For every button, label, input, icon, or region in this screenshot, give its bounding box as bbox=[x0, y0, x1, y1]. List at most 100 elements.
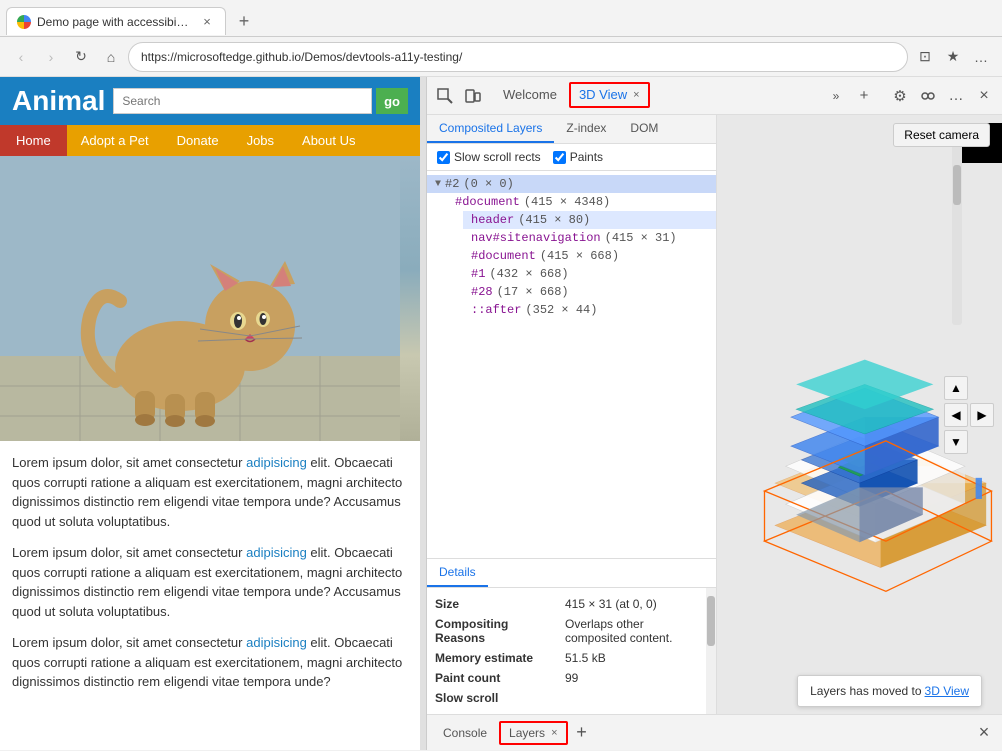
site-nav: Home Adopt a Pet Donate Jobs About Us bbox=[0, 125, 420, 156]
tab-close-button[interactable]: × bbox=[199, 14, 215, 30]
layer-tree: ▼ #2(0 × 0) #document(415 × 4348) header… bbox=[427, 171, 716, 558]
collections-button[interactable]: ⊡ bbox=[912, 44, 938, 70]
details-table: Size 415 × 31 (at 0, 0) CompositingReaso… bbox=[427, 588, 716, 714]
subtab-z-index[interactable]: Z-index bbox=[554, 115, 618, 143]
customize-button[interactable]: … bbox=[942, 82, 970, 110]
close-bottom-panel-button[interactable]: × bbox=[970, 719, 998, 747]
details-row-slow-scroll: Slow scroll bbox=[435, 688, 708, 708]
new-tab-button[interactable]: + bbox=[230, 7, 258, 35]
devtools-toolbar: Welcome 3D View × » + ⚙ … × bbox=[427, 77, 1002, 115]
tab-title: Demo page with accessibility iss bbox=[37, 15, 191, 29]
pan-down-button[interactable]: ▼ bbox=[944, 430, 968, 454]
link-3[interactable]: adipisicing bbox=[246, 635, 307, 650]
layers-tab-close[interactable]: × bbox=[551, 727, 557, 739]
search-input[interactable] bbox=[113, 88, 372, 114]
bottom-tab-console[interactable]: Console bbox=[431, 715, 499, 751]
forward-button[interactable]: › bbox=[38, 44, 64, 70]
address-text: https://microsoftedge.github.io/Demos/de… bbox=[141, 50, 462, 64]
slow-scroll-checkbox[interactable] bbox=[437, 151, 450, 164]
layers-left-panel: Composited Layers Z-index DOM Slow scrol… bbox=[427, 115, 717, 714]
tab-favicon bbox=[17, 15, 31, 29]
hero-image bbox=[0, 156, 420, 441]
layer-item-nav[interactable]: nav#sitenavigation(415 × 31) bbox=[463, 229, 716, 247]
site-body: Lorem ipsum dolor, sit amet consectetur … bbox=[0, 441, 420, 716]
details-panel: Details Size 415 × 31 (at 0, 0) Composit… bbox=[427, 558, 716, 714]
subtab-dom[interactable]: DOM bbox=[618, 115, 670, 143]
nav-jobs[interactable]: Jobs bbox=[233, 125, 288, 156]
more-button[interactable]: … bbox=[968, 44, 994, 70]
paints-checkbox[interactable] bbox=[553, 151, 566, 164]
body-paragraph-3: Lorem ipsum dolor, sit amet consectetur … bbox=[12, 633, 408, 692]
tab-3d-view[interactable]: 3D View × bbox=[569, 82, 650, 108]
details-row-memory: Memory estimate 51.5 kB bbox=[435, 648, 708, 668]
viewport-3d[interactable]: Reset camera bbox=[717, 115, 1002, 714]
threeDview-container: Composited Layers Z-index DOM Slow scrol… bbox=[427, 115, 1002, 714]
pan-up-button[interactable]: ▲ bbox=[944, 376, 968, 400]
notification-text: Layers has moved to bbox=[810, 684, 921, 698]
inspect-button[interactable] bbox=[431, 82, 459, 110]
back-button[interactable]: ‹ bbox=[8, 44, 34, 70]
add-panel-button[interactable]: + bbox=[568, 719, 596, 747]
layer-item-document1[interactable]: #document(415 × 4348) bbox=[447, 193, 716, 211]
reset-camera-button[interactable]: Reset camera bbox=[893, 123, 990, 147]
link-1[interactable]: adipisicing bbox=[246, 455, 307, 470]
pan-left-button[interactable]: ◀ bbox=[944, 403, 968, 427]
dock-button[interactable] bbox=[914, 82, 942, 110]
layer-item-header[interactable]: header(415 × 80) bbox=[463, 211, 716, 229]
notification-bar: Layers has moved to 3D View bbox=[797, 675, 982, 707]
devtools-tabs: Welcome 3D View × bbox=[487, 77, 822, 115]
search-button[interactable]: go bbox=[376, 88, 408, 114]
tab-3d-view-close[interactable]: × bbox=[633, 89, 639, 101]
device-toolbar-button[interactable] bbox=[459, 82, 487, 110]
paints-label[interactable]: Paints bbox=[553, 150, 603, 164]
layer-item-1[interactable]: #1(432 × 668) bbox=[463, 265, 716, 283]
pan-right-button[interactable]: ▶ bbox=[970, 403, 994, 427]
site-search: go bbox=[113, 88, 408, 114]
layer-item-root[interactable]: ▼ #2(0 × 0) bbox=[427, 175, 716, 193]
settings-button[interactable]: ⚙ bbox=[886, 82, 914, 110]
viewport-nav-controls: ▲ ◀ ▶ ▼ bbox=[944, 376, 994, 454]
link-2[interactable]: adipisicing bbox=[246, 545, 307, 560]
subtab-composited-layers[interactable]: Composited Layers bbox=[427, 115, 554, 143]
details-scrollbar[interactable] bbox=[706, 588, 716, 714]
favorites-button[interactable]: ★ bbox=[940, 44, 966, 70]
details-row-size: Size 415 × 31 (at 0, 0) bbox=[435, 594, 708, 614]
tree-toggle[interactable]: ▼ bbox=[435, 179, 441, 190]
details-row-paint-count: Paint count 99 bbox=[435, 668, 708, 688]
site-header: Animal go bbox=[0, 77, 420, 125]
website-panel: Animal go Home Adopt a Pet Donate Jobs A… bbox=[0, 77, 420, 750]
details-tab[interactable]: Details bbox=[427, 559, 488, 587]
add-tab-button[interactable]: + bbox=[850, 82, 878, 110]
details-row-compositing: CompositingReasons Overlaps other compos… bbox=[435, 614, 708, 648]
site-logo: Animal bbox=[12, 85, 105, 117]
nav-about[interactable]: About Us bbox=[288, 125, 369, 156]
more-tabs-button[interactable]: » bbox=[822, 82, 850, 110]
browser-actions: ⊡ ★ … bbox=[912, 44, 994, 70]
nav-donate[interactable]: Donate bbox=[163, 125, 233, 156]
layer-item-document2[interactable]: #document(415 × 668) bbox=[463, 247, 716, 265]
refresh-button[interactable]: ↻ bbox=[68, 44, 94, 70]
viewport-scrollbar-thumb bbox=[953, 165, 961, 205]
scrollbar-thumb bbox=[707, 596, 715, 646]
subtabs: Composited Layers Z-index DOM bbox=[427, 115, 716, 144]
slow-scroll-label[interactable]: Slow scroll rects bbox=[437, 150, 541, 164]
body-paragraph-2: Lorem ipsum dolor, sit amet consectetur … bbox=[12, 543, 408, 621]
active-tab[interactable]: Demo page with accessibility iss × bbox=[6, 7, 226, 35]
devtools-panel: Welcome 3D View × » + ⚙ … × bbox=[426, 77, 1002, 750]
layer-item-after[interactable]: ::after(352 × 44) bbox=[463, 301, 716, 319]
tab-bar: Demo page with accessibility iss × + bbox=[0, 0, 1002, 37]
home-button[interactable]: ⌂ bbox=[98, 44, 124, 70]
body-paragraph-1: Lorem ipsum dolor, sit amet consectetur … bbox=[12, 453, 408, 531]
nav-home[interactable]: Home bbox=[0, 125, 67, 156]
main-area: Animal go Home Adopt a Pet Donate Jobs A… bbox=[0, 77, 1002, 750]
bottom-tab-layers[interactable]: Layers × bbox=[499, 721, 567, 745]
pan-horizontal: ◀ ▶ bbox=[944, 403, 994, 427]
browser-window: Demo page with accessibility iss × + ‹ ›… bbox=[0, 0, 1002, 77]
address-bar[interactable]: https://microsoftedge.github.io/Demos/de… bbox=[128, 42, 908, 72]
layer-item-28[interactable]: #28(17 × 668) bbox=[463, 283, 716, 301]
viewport-scrollbar-v[interactable] bbox=[952, 145, 962, 325]
close-devtools-button[interactable]: × bbox=[970, 82, 998, 110]
nav-adopt[interactable]: Adopt a Pet bbox=[67, 125, 163, 156]
notification-link[interactable]: 3D View bbox=[925, 684, 969, 698]
tab-welcome[interactable]: Welcome bbox=[491, 77, 569, 115]
